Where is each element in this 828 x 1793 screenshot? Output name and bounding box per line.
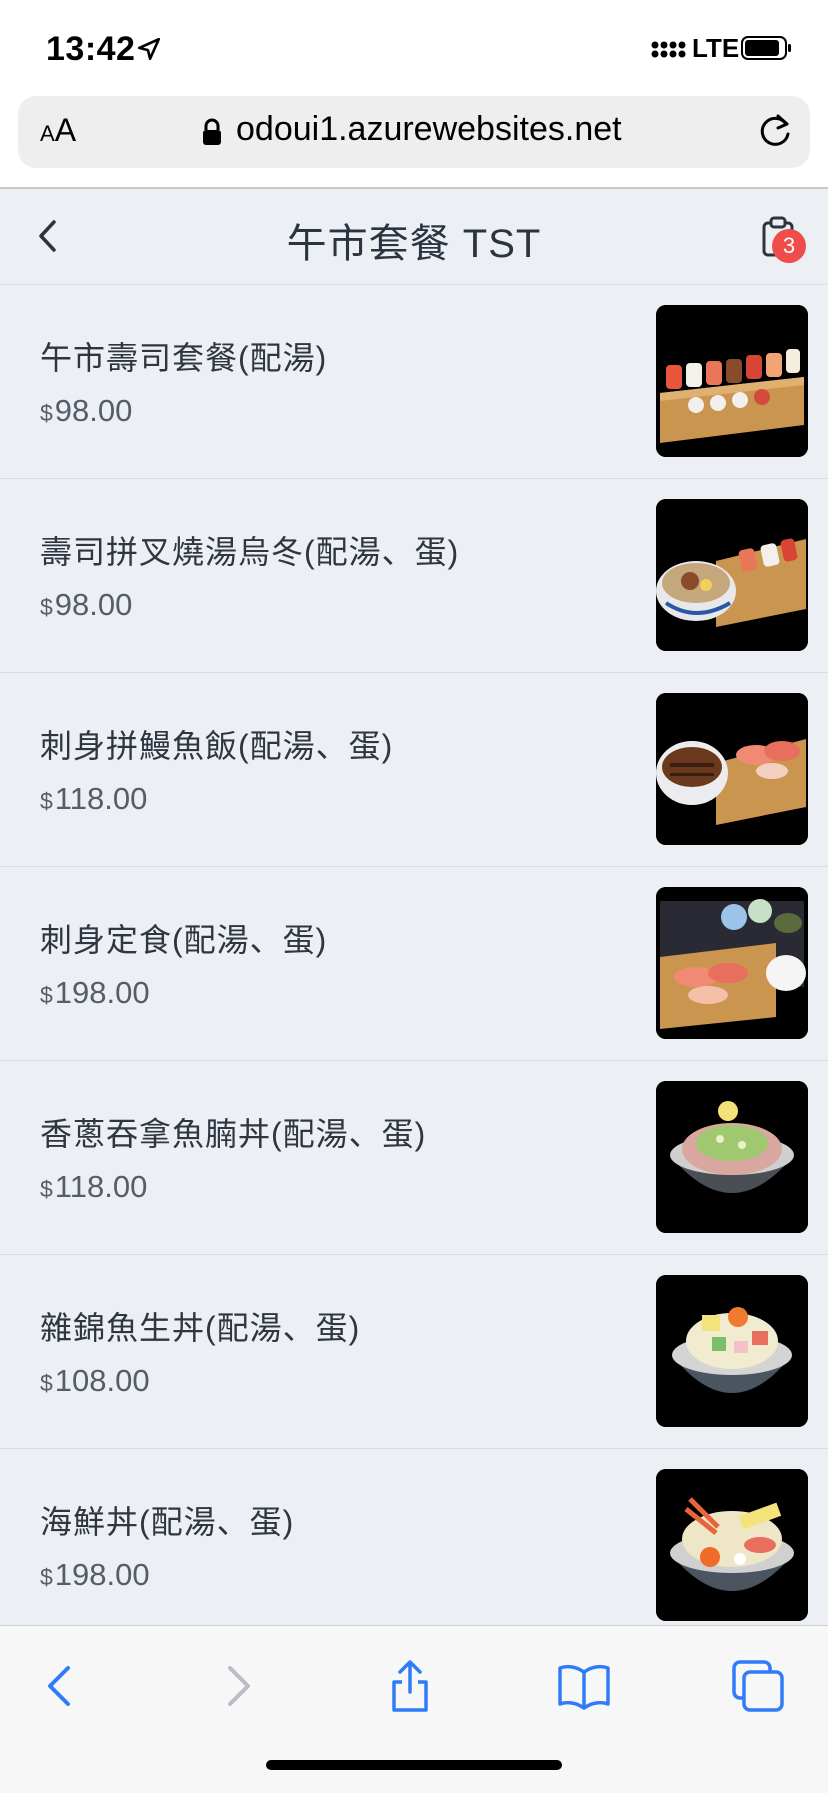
tabs-icon[interactable] xyxy=(728,1656,788,1716)
sushi-set-photo[interactable] xyxy=(656,305,808,457)
item-price: $198.00 xyxy=(40,975,150,1010)
battery-icon xyxy=(741,36,791,60)
tuna-belly-bowl-photo[interactable] xyxy=(656,1081,808,1233)
share-icon[interactable] xyxy=(380,1656,440,1716)
item-name: 海鮮丼(配湯、蛋) xyxy=(40,1504,295,1540)
menu-item[interactable]: 香蔥吞拿魚腩丼(配湯、蛋) $118.00 xyxy=(0,1061,828,1255)
item-price: $118.00 xyxy=(40,781,148,816)
location-arrow-icon xyxy=(137,37,161,61)
status-time: 13:42 xyxy=(46,30,136,68)
menu-item[interactable]: 刺身定食(配湯、蛋) $198.00 xyxy=(0,867,828,1061)
sushi-udon-photo[interactable] xyxy=(656,499,808,651)
item-price: $98.00 xyxy=(40,393,133,428)
item-price: $98.00 xyxy=(40,587,133,622)
menu-item[interactable]: 壽司拼叉燒湯烏冬(配湯、蛋) $98.00 xyxy=(0,479,828,673)
menu-item[interactable]: 海鮮丼(配湯、蛋) $198.00 xyxy=(0,1449,828,1625)
home-indicator xyxy=(266,1760,562,1770)
cart-count-badge[interactable]: 3 xyxy=(772,229,806,263)
item-name: 香蔥吞拿魚腩丼(配湯、蛋) xyxy=(40,1116,427,1152)
signal-icon xyxy=(651,41,686,58)
bookmarks-icon[interactable] xyxy=(554,1656,614,1716)
back-icon[interactable] xyxy=(32,1656,92,1716)
reload-icon[interactable] xyxy=(756,112,794,150)
menu-list: 午市壽司套餐(配湯) $98.00 壽司拼叉燒湯烏冬(配湯、蛋) $98.00 xyxy=(0,285,828,1625)
item-name: 刺身拼鰻魚飯(配湯、蛋) xyxy=(40,728,394,764)
page-title: 午市套餐 TST xyxy=(286,222,542,266)
sashimi-eel-rice-photo[interactable] xyxy=(656,693,808,845)
url-text[interactable]: odoui1.azurewebsites.net xyxy=(236,110,622,149)
item-name: 刺身定食(配湯、蛋) xyxy=(40,922,328,958)
network-type: LTE xyxy=(692,33,740,63)
lock-icon xyxy=(203,118,221,145)
item-price: $108.00 xyxy=(40,1363,150,1398)
item-price: $198.00 xyxy=(40,1557,150,1592)
reader-text-size-button[interactable]: AA xyxy=(40,112,76,149)
menu-item[interactable]: 刺身拼鰻魚飯(配湯、蛋) $118.00 xyxy=(0,673,828,867)
seafood-bowl-photo[interactable] xyxy=(656,1469,808,1621)
assorted-sashimi-bowl-photo[interactable] xyxy=(656,1275,808,1427)
sashimi-set-meal-photo[interactable] xyxy=(656,887,808,1039)
status-bar: 13:42 LTE xyxy=(0,0,828,96)
item-name: 雜錦魚生丼(配湯、蛋) xyxy=(40,1310,361,1346)
menu-item[interactable]: 午市壽司套餐(配湯) $98.00 xyxy=(0,285,828,479)
item-price: $118.00 xyxy=(40,1169,148,1204)
forward-icon[interactable] xyxy=(206,1656,266,1716)
app-header: 午市套餐 TST 3 xyxy=(0,189,828,285)
item-name: 午市壽司套餐(配湯) xyxy=(40,340,328,376)
item-name: 壽司拼叉燒湯烏冬(配湯、蛋) xyxy=(40,534,460,570)
address-bar[interactable]: AA odoui1.azurewebsites.net xyxy=(18,96,810,168)
menu-item[interactable]: 雜錦魚生丼(配湯、蛋) $108.00 xyxy=(0,1255,828,1449)
